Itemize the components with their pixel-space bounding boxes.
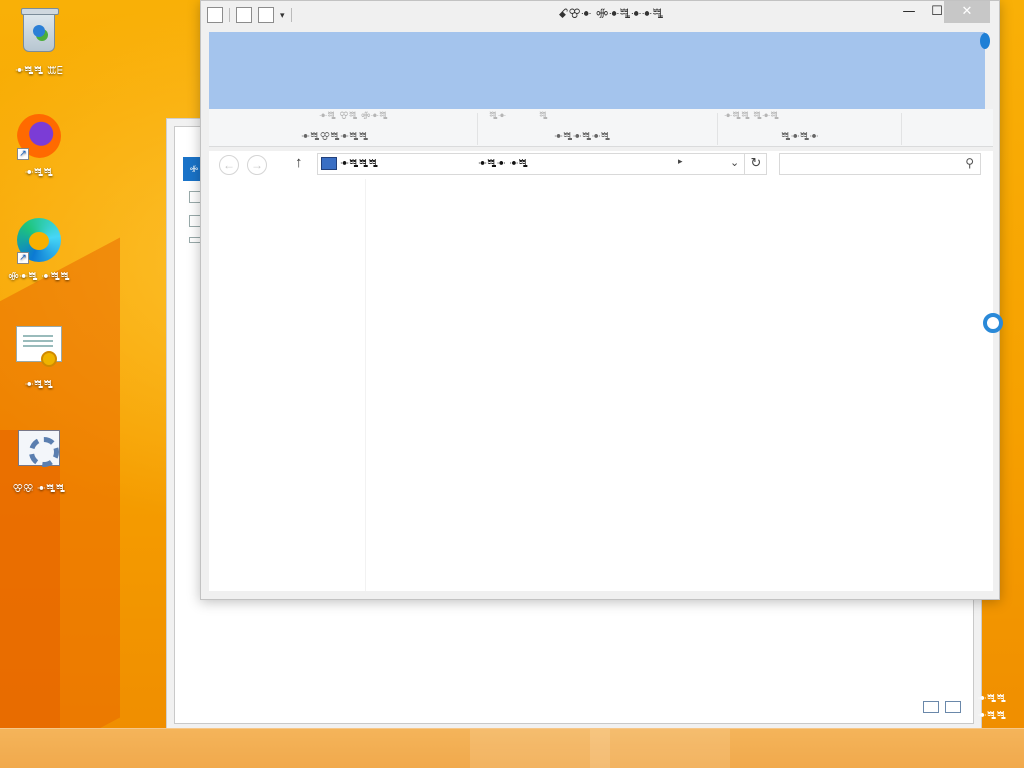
clock-date: ꔹꗀꗀ bbox=[977, 709, 1007, 722]
desktop-icon-label: ꔹꗀꗀ ꕭꗋ bbox=[14, 64, 64, 77]
desktop-icon-label: ꗂꔹꗀ ꔹꗀꗀ bbox=[8, 270, 70, 283]
up-button[interactable]: ↑ bbox=[295, 154, 303, 171]
ribbon-faint-label: ꗀ bbox=[539, 111, 548, 122]
refresh-button[interactable]: ↻ bbox=[744, 153, 767, 175]
new-folder-icon[interactable] bbox=[258, 7, 274, 23]
desktop-icon-label: ꕢꕣ ꔹꗀꗀ bbox=[12, 482, 66, 495]
computer-icon bbox=[321, 157, 337, 170]
title-bar[interactable]: ▾ ꗃꕢꔹ ꗂꔹꗀꔹꔹꗀ — ☐ ✕ bbox=[201, 1, 999, 31]
ribbon-faint-label: ꗀꔹ bbox=[489, 111, 507, 122]
taskbar[interactable] bbox=[0, 728, 1024, 768]
navigation-pane-divider[interactable] bbox=[365, 179, 366, 591]
desktop-icon-label: ꔹꗀꗀ bbox=[24, 378, 54, 391]
busy-cursor-icon bbox=[983, 313, 1003, 333]
quick-access-toolbar: ▾ bbox=[207, 7, 292, 23]
forward-button[interactable]: → bbox=[247, 155, 267, 175]
control-panel-icon bbox=[18, 430, 60, 467]
ribbon-group-label: ꗀꔹꗀꔹ bbox=[781, 130, 819, 143]
taskbar-button[interactable] bbox=[590, 729, 730, 768]
window-title: ꗃꕢꔹ ꗂꔹꗀꔹꔹꗀ bbox=[558, 7, 664, 22]
address-dropdown-button[interactable]: ⌄ bbox=[730, 156, 739, 169]
ribbon-divider bbox=[477, 113, 478, 145]
ribbon-group-label: ꔹꗀꕢꗀꔹꗀꗀ bbox=[301, 130, 369, 143]
ribbon-highlight[interactable] bbox=[209, 32, 985, 115]
desktop-icon-firefox[interactable]: ↗ ꔹꗀꗀ bbox=[4, 112, 74, 179]
toolbar-divider bbox=[229, 8, 230, 22]
toolbar-divider bbox=[290, 8, 292, 22]
close-button[interactable]: ✕ bbox=[944, 1, 990, 23]
clock-time: ꔹꗀꗀ bbox=[977, 692, 1007, 705]
properties-icon[interactable] bbox=[236, 7, 252, 23]
desktop-icon-recycle-bin[interactable]: ꔹꗀꗀ ꕭꗋ bbox=[4, 8, 74, 77]
recycle-bin-icon bbox=[21, 8, 59, 52]
desktop-icon-edge[interactable]: ↗ ꗂꔹꗀ ꔹꗀꗀ bbox=[4, 216, 74, 283]
clock[interactable]: ꔹꗀꗀ ꔹꗀꗀ bbox=[966, 690, 1018, 726]
back-button[interactable]: ← bbox=[219, 155, 239, 175]
taskbar-button[interactable] bbox=[470, 729, 610, 768]
address-location[interactable]: ꔹꗀꗀꗀ bbox=[340, 157, 378, 171]
ribbon-groups: ꔹꗀ ꕢꗀ ꗂꔹꗀ ꗀꔹ ꗀ ꔹꗀꗀ ꗀꔹꗀ ꔹꗀꕢꗀꔹꗀꗀ ꔹꗀꔹꗀꔹꗀ ꗀꔹ… bbox=[209, 109, 993, 147]
shortcut-arrow-icon: ↗ bbox=[17, 148, 29, 160]
ribbon-divider bbox=[901, 113, 902, 145]
breadcrumb-chevron-icon[interactable]: ▸ bbox=[678, 157, 683, 167]
address-path-segment[interactable]: ꔹꗀꔹ ꔹꗀ bbox=[478, 157, 528, 171]
customize-toolbar-dropdown-icon[interactable]: ▾ bbox=[280, 10, 285, 21]
certificate-icon bbox=[16, 326, 62, 367]
ribbon-faint-label: ꔹꗀꗀ ꗀꔹꗀ bbox=[724, 111, 780, 122]
desktop-icon-control-panel[interactable]: ꕢꕣ ꔹꗀꗀ bbox=[4, 424, 74, 495]
desktop-icon-label: ꔹꗀꗀ bbox=[24, 166, 54, 179]
details-view-icon[interactable] bbox=[923, 701, 939, 713]
desktop: ꔹꗀꗀ ꕭꗋ ↗ ꔹꗀꗀ ↗ ꗂꔹꗀ ꔹꗀꗀ ꔹꗀꗀ ꕢꕣ ꔹꗀꗀ ꗂ ▾ ꗃꕢ… bbox=[0, 0, 1024, 768]
window-menu-icon[interactable] bbox=[207, 7, 223, 23]
file-explorer-window[interactable]: ▾ ꗃꕢꔹ ꗂꔹꗀꔹꔹꗀ — ☐ ✕ ꔹꗀ ꕢꗀ ꗂꔹꗀ ꗀꔹ ꗀ ꔹꗀꗀ ꗀꔹ… bbox=[200, 0, 1000, 600]
desktop-icon-certificate[interactable]: ꔹꗀꗀ bbox=[4, 320, 74, 391]
shortcut-arrow-icon: ↗ bbox=[17, 252, 29, 264]
ribbon-divider bbox=[717, 113, 718, 145]
file-list-pane[interactable] bbox=[209, 179, 993, 591]
ribbon-faint-label: ꔹꗀ ꕢꗀ ꗂꔹꗀ bbox=[319, 111, 388, 122]
view-switcher[interactable] bbox=[923, 701, 961, 713]
navigation-bar: ← → ↑ ꔹꗀꗀꗀ ꔹꗀꔹ ꔹꗀ ▸ ⌄ ↻ ⚲ bbox=[209, 151, 993, 179]
search-box[interactable]: ⚲ bbox=[779, 153, 981, 175]
help-button-icon[interactable] bbox=[980, 33, 990, 49]
address-bar[interactable]: ꔹꗀꗀꗀ ꔹꗀꔹ ꔹꗀ ▸ ⌄ ↻ bbox=[317, 153, 767, 175]
search-icon[interactable]: ⚲ bbox=[965, 156, 974, 170]
ribbon-group-label: ꔹꗀꔹꗀꔹꗀ bbox=[554, 130, 611, 143]
large-icons-view-icon[interactable] bbox=[945, 701, 961, 713]
